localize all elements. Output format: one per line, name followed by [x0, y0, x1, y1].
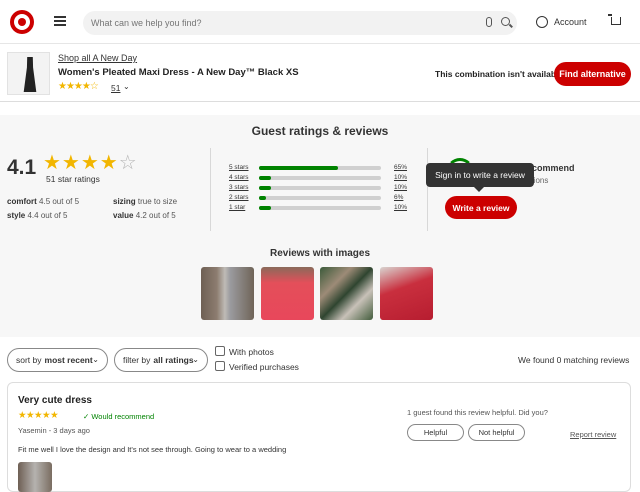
distribution-row[interactable]: 2 stars 6%: [229, 194, 409, 203]
average-stars: ★★★★☆: [43, 150, 138, 175]
review-image[interactable]: [261, 267, 314, 320]
review-meta: Yasemin - 3 days ago: [18, 426, 90, 435]
review-image[interactable]: [380, 267, 433, 320]
section-title: Guest ratings & reviews: [251, 124, 389, 138]
sort-dropdown[interactable]: sort by most recent ⌄: [7, 348, 108, 372]
distribution-row[interactable]: 5 stars 65%: [229, 164, 409, 173]
recommend-label: ecommend: [527, 163, 575, 173]
distribution-bar: [259, 186, 381, 190]
verified-purchases-label: Verified purchases: [229, 362, 299, 372]
attribute-name: value: [113, 211, 134, 220]
review-body: Fit me well I love the design and It's n…: [18, 445, 287, 454]
review-title: Very cute dress: [18, 395, 92, 406]
microphone-icon[interactable]: [486, 17, 492, 27]
cart-icon[interactable]: [608, 14, 621, 25]
distribution-label[interactable]: 3 stars: [229, 184, 249, 191]
search-icon[interactable]: [501, 17, 510, 26]
sort-value: most recent: [44, 355, 93, 365]
account-link[interactable]: Account: [554, 17, 587, 27]
attribute-name: sizing: [113, 197, 136, 206]
distribution-percent[interactable]: 6%: [394, 194, 403, 201]
attribute-value: 4.5 out of 5: [39, 197, 80, 206]
product-thumbnail[interactable]: [7, 52, 50, 95]
distribution-bar-fill: [259, 206, 272, 210]
review-stars: ★★★★★: [18, 410, 59, 421]
matching-count: We found 0 matching reviews: [518, 355, 630, 365]
combination-message: This combination isn't available: [435, 69, 564, 79]
filled-stars: ★★★★: [43, 152, 119, 174]
distribution-row[interactable]: 4 stars 10%: [229, 174, 409, 183]
reviews-with-images-title: Reviews with images: [269, 248, 371, 259]
attribute-name: comfort: [7, 197, 37, 206]
distribution-bar: [259, 166, 381, 170]
distribution-percent[interactable]: 10%: [394, 184, 407, 191]
distribution-label[interactable]: 1 star: [229, 204, 245, 211]
filter-value: all ratings: [153, 355, 194, 365]
distribution-row[interactable]: 1 star 10%: [229, 204, 409, 213]
with-photos-label: With photos: [229, 347, 274, 357]
star-ratings-count: 51 star ratings: [46, 174, 100, 184]
attribute-sizing: sizing true to size: [113, 197, 177, 206]
report-review-link[interactable]: Report review: [570, 430, 616, 439]
average-rating: 4.1: [7, 156, 37, 179]
distribution-bar-fill: [259, 166, 339, 170]
find-alternative-button[interactable]: Find alternative: [554, 62, 631, 86]
attribute-name: style: [7, 211, 26, 220]
divider: [210, 148, 211, 231]
review-image[interactable]: [201, 267, 254, 320]
distribution-bar: [259, 206, 381, 210]
chevron-down-icon: ⌄: [192, 355, 199, 364]
attribute-value: 4.2 out of 5: [135, 211, 176, 220]
distribution-label[interactable]: 4 stars: [229, 174, 249, 181]
chevron-down-icon[interactable]: ⌄: [123, 82, 130, 91]
attribute-value: 4.4 out of 5: [27, 211, 68, 220]
search-bar: [83, 11, 517, 35]
distribution-bar-fill: [259, 176, 272, 180]
would-recommend-badge: ✓ Would recommend: [83, 412, 155, 421]
target-logo-icon[interactable]: [10, 10, 34, 34]
distribution-percent[interactable]: 10%: [394, 174, 407, 181]
empty-stars: ☆: [118, 152, 138, 174]
menu-icon[interactable]: [54, 16, 66, 26]
sign-in-tooltip: Sign in to write a review: [426, 163, 534, 192]
product-rating-stars: ★★★★☆: [58, 81, 99, 92]
dress-image: [23, 57, 37, 92]
verified-purchases-checkbox[interactable]: [215, 361, 225, 371]
divider: [427, 148, 428, 231]
distribution-percent[interactable]: 65%: [394, 164, 407, 171]
shop-all-link[interactable]: Shop all A New Day: [58, 53, 137, 63]
distribution-bar-fill: [259, 196, 267, 200]
attribute-value: true to size: [137, 197, 178, 206]
account-icon[interactable]: [536, 16, 548, 28]
filter-prefix: filter by: [123, 355, 151, 365]
product-summary: Shop all A New Day Women's Pleated Maxi …: [0, 45, 640, 102]
review-photo[interactable]: [18, 462, 52, 492]
distribution-bar: [259, 196, 381, 200]
helpful-button[interactable]: Helpful: [407, 424, 464, 441]
attribute-comfort: comfort 4.5 out of 5: [7, 197, 79, 206]
search-input[interactable]: [91, 15, 471, 31]
filter-dropdown[interactable]: filter by all ratings ⌄: [114, 348, 208, 372]
distribution-label[interactable]: 5 stars: [229, 164, 249, 171]
distribution-label[interactable]: 2 stars: [229, 194, 249, 201]
not-helpful-button[interactable]: Not helpful: [468, 424, 525, 441]
product-title: Women's Pleated Maxi Dress - A New Day™ …: [58, 67, 299, 78]
attribute-value: value 4.2 out of 5: [113, 211, 176, 220]
chevron-down-icon: ⌄: [92, 355, 99, 364]
write-review-button[interactable]: Write a review: [445, 196, 517, 219]
distribution-bar-fill: [259, 186, 272, 190]
attribute-style: style 4.4 out of 5: [7, 211, 68, 220]
review-image[interactable]: [320, 267, 373, 320]
with-photos-checkbox[interactable]: [215, 346, 225, 356]
rating-count-link[interactable]: 51: [111, 83, 120, 93]
top-nav: Account: [0, 0, 640, 44]
helpful-question: 1 guest found this review helpful. Did y…: [407, 408, 548, 417]
distribution-bar: [259, 176, 381, 180]
distribution-row[interactable]: 3 stars 10%: [229, 184, 409, 193]
sort-prefix: sort by: [16, 355, 42, 365]
review-card: [7, 382, 631, 492]
distribution-percent[interactable]: 10%: [394, 204, 407, 211]
